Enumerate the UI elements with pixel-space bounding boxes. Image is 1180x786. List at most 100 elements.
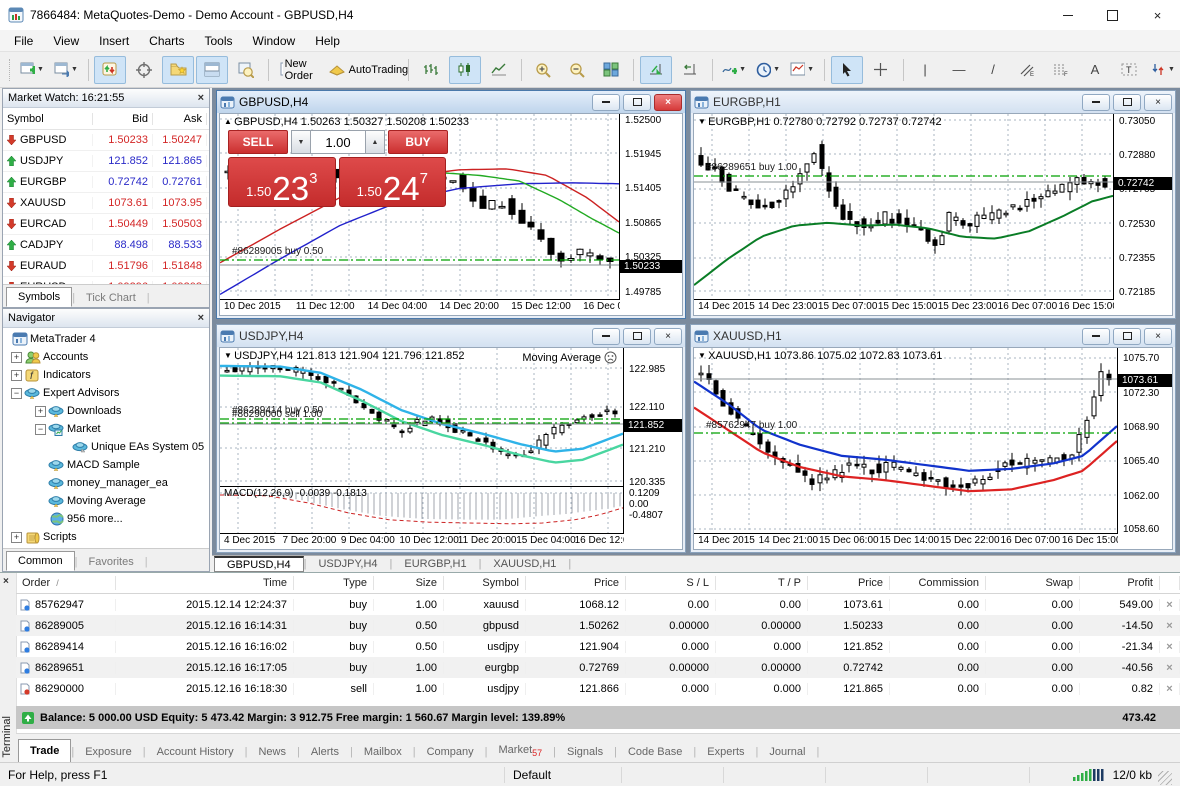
col-header-time[interactable]: Time: [116, 576, 294, 590]
chart-titlebar[interactable]: GBPUSD,H4 ×: [217, 91, 685, 113]
arrows-button[interactable]: ▼: [1147, 56, 1179, 84]
terminal-tab-alerts[interactable]: Alerts: [300, 741, 350, 763]
nav-tab-common[interactable]: Common: [6, 551, 75, 571]
chart-plot-area[interactable]: #86289414 buy 0.50 #86290000 sell 1.00 ▼ U…: [220, 348, 624, 534]
expand-icon[interactable]: +: [11, 531, 22, 543]
col-header-price[interactable]: Price: [808, 576, 890, 590]
menu-insert[interactable]: Insert: [89, 31, 139, 51]
close-button[interactable]: ×: [1135, 0, 1180, 30]
terminal-tab-market[interactable]: Market57: [488, 739, 554, 763]
chart-tab-eurgbp-h1[interactable]: EURGBP,H1: [392, 556, 478, 572]
menu-charts[interactable]: Charts: [139, 31, 194, 51]
market-watch-close-icon[interactable]: ×: [198, 92, 204, 104]
sell-price-display[interactable]: 1.50 23 3: [228, 157, 336, 207]
market-watch-row[interactable]: XAUUSD 1073.61 1073.95: [3, 193, 209, 214]
col-header-profit[interactable]: Profit: [1080, 576, 1160, 590]
mw-col-bid[interactable]: Bid: [93, 112, 153, 125]
terminal-tab-trade[interactable]: Trade: [18, 739, 72, 763]
mw-tab-symbols[interactable]: Symbols: [6, 287, 73, 307]
navigator-item-unique-eas-system-05[interactable]: Unique EAs System 05: [3, 438, 209, 456]
indicators-button[interactable]: ▼: [718, 56, 750, 84]
terminal-tab-code-base[interactable]: Code Base: [617, 741, 693, 763]
terminal-tab-journal[interactable]: Journal: [758, 741, 816, 763]
market-watch-row[interactable]: EURAUD 1.51796 1.51848: [3, 256, 209, 277]
mw-col-ask[interactable]: Ask: [153, 112, 207, 125]
navigator-item-indicators[interactable]: + f Indicators: [3, 366, 209, 384]
strategy-tester-button[interactable]: [230, 56, 262, 84]
close-position-icon[interactable]: ×: [1160, 619, 1180, 632]
navigator-item-moving-average[interactable]: Moving Average: [3, 492, 209, 510]
terminal-tab-mailbox[interactable]: Mailbox: [353, 741, 413, 763]
chart-titlebar[interactable]: XAUUSD,H1 ×: [691, 325, 1175, 347]
new-chart-button[interactable]: ▼: [16, 56, 48, 84]
col-header-price[interactable]: Price: [526, 576, 626, 590]
chart-restore-button[interactable]: [623, 327, 651, 345]
auto-scroll-toggle[interactable]: [639, 55, 672, 84]
close-position-icon[interactable]: ×: [1160, 661, 1180, 674]
trade-row[interactable]: 86289414 2015.12.16 16:16:02 buy 0.50 usdjpy…: [16, 636, 1180, 657]
terminal-tab-account-history[interactable]: Account History: [146, 741, 245, 763]
bar-chart-button[interactable]: [415, 56, 447, 84]
col-header-symbol[interactable]: Symbol: [444, 576, 526, 590]
periods-button[interactable]: ▼: [752, 56, 784, 84]
close-position-icon[interactable]: ×: [1160, 598, 1180, 611]
trade-row[interactable]: 86289005 2015.12.16 16:14:31 buy 0.50 gbpusd…: [16, 615, 1180, 636]
zoom-out-button[interactable]: [561, 56, 593, 84]
chart-shift-button[interactable]: [674, 56, 706, 84]
collapse-icon[interactable]: −: [11, 387, 22, 399]
col-header-s-l[interactable]: S / L: [626, 576, 716, 590]
crosshair-button[interactable]: [865, 56, 897, 84]
chart-titlebar[interactable]: EURGBP,H1 ×: [691, 91, 1175, 113]
volume-decrease-button[interactable]: ▼: [291, 130, 311, 154]
terminal-tab-experts[interactable]: Experts: [696, 741, 755, 763]
chart-plot-area[interactable]: #86289005 buy 0.50 ▲ GBPUSD,H4 1.50263 1.…: [220, 114, 620, 300]
resize-grip[interactable]: [1158, 770, 1172, 785]
trade-row[interactable]: 86289651 2015.12.16 16:17:05 buy 1.00 eurgbp…: [16, 657, 1180, 678]
terminal-tab-signals[interactable]: Signals: [556, 741, 614, 763]
volume-increase-button[interactable]: ▲: [365, 130, 385, 154]
trade-row[interactable]: 86290000 2015.12.16 16:18:30 sell 1.00 usdjp…: [16, 678, 1180, 699]
volume-input[interactable]: [311, 130, 365, 154]
text-button[interactable]: A: [1079, 56, 1111, 84]
menu-tools[interactable]: Tools: [195, 31, 243, 51]
maximize-button[interactable]: [1090, 0, 1135, 30]
chart-window-usdjpy[interactable]: USDJPY,H4 × #86289414 buy 0.50 #86290000 se…: [216, 324, 686, 553]
expand-icon[interactable]: +: [11, 369, 22, 381]
navigator-item-accounts[interactable]: + Accounts: [3, 348, 209, 366]
profiles-button[interactable]: ▼: [50, 56, 82, 84]
navigator-item-macd-sample[interactable]: MACD Sample: [3, 456, 209, 474]
market-watch-row[interactable]: CADJPY 88.498 88.533: [3, 235, 209, 256]
close-position-icon[interactable]: ×: [1160, 682, 1180, 695]
chart-restore-button[interactable]: [623, 93, 651, 111]
chart-window-xauusd[interactable]: XAUUSD,H1 × #85762947 buy 1.00 ▼ XAUUSD,H1 …: [690, 324, 1176, 553]
col-header-t-p[interactable]: T / P: [716, 576, 808, 590]
new-order-button[interactable]: New Order: [275, 56, 319, 84]
data-window-button[interactable]: [128, 56, 160, 84]
navigator-item-metatrader-4[interactable]: MetaTrader 4: [3, 330, 209, 348]
terminal-tab-company[interactable]: Company: [416, 741, 485, 763]
market-watch-row[interactable]: EURCAD 1.50449 1.50503: [3, 214, 209, 235]
terminal-tab-exposure[interactable]: Exposure: [74, 741, 142, 763]
navigator-item-downloads[interactable]: + Downloads: [3, 402, 209, 420]
trendline-button[interactable]: /: [977, 56, 1009, 84]
chart-close-button[interactable]: ×: [1144, 327, 1172, 345]
col-header-swap[interactable]: Swap: [986, 576, 1080, 590]
navigator-item-market[interactable]: − Market: [3, 420, 209, 438]
menu-window[interactable]: Window: [243, 31, 306, 51]
navigator-item-expert-advisors[interactable]: − Expert Advisors: [3, 384, 209, 402]
chart-plot-area[interactable]: #85762947 buy 1.00 ▼ XAUUSD,H1 1073.86 10…: [694, 348, 1118, 534]
chart-minimize-button[interactable]: [1082, 93, 1110, 111]
menu-view[interactable]: View: [43, 31, 89, 51]
chart-restore-button[interactable]: [1113, 327, 1141, 345]
terminal-close-icon[interactable]: ×: [3, 576, 9, 587]
chart-restore-button[interactable]: [1113, 93, 1141, 111]
navigator-close-icon[interactable]: ×: [198, 312, 204, 324]
status-profile[interactable]: Default: [504, 766, 621, 783]
expand-icon[interactable]: +: [11, 351, 22, 363]
close-position-icon[interactable]: ×: [1160, 640, 1180, 653]
menu-file[interactable]: File: [4, 31, 43, 51]
chart-close-button[interactable]: ×: [654, 327, 682, 345]
zoom-in-button[interactable]: [527, 56, 559, 84]
navigator-item-956-more-[interactable]: 956 more...: [3, 510, 209, 528]
col-header-commission[interactable]: Commission: [890, 576, 986, 590]
